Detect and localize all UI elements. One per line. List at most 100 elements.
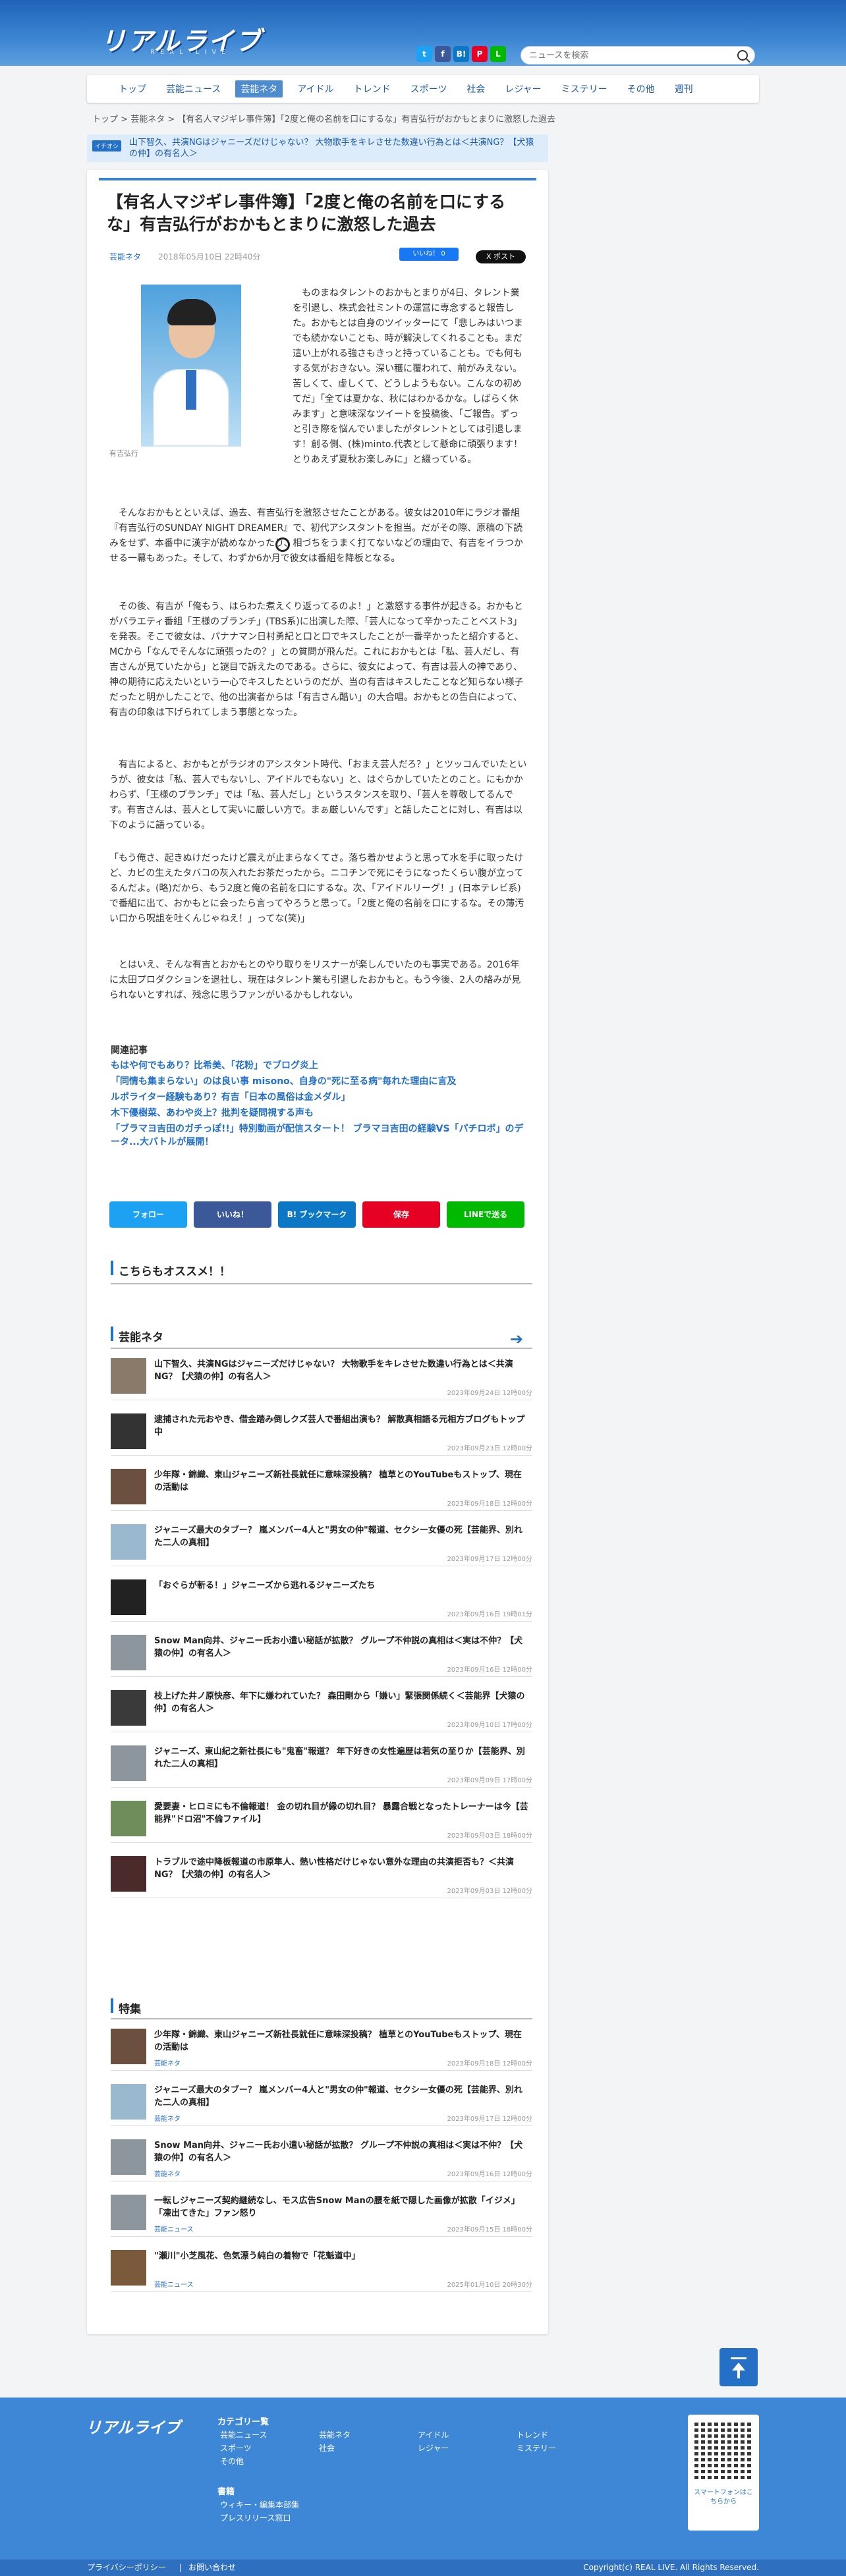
site-logo-sub: REAL LIVE bbox=[150, 49, 231, 56]
item-title[interactable]: Snow Man向井、ジャニー氏お小遣い秘話が拡散？ グループ不仲説の真相は＜実… bbox=[154, 1635, 530, 1660]
share-follow-button[interactable]: フォロー bbox=[109, 1201, 187, 1228]
search-input[interactable] bbox=[529, 47, 727, 64]
item-title[interactable]: "瀬川"小芝風花、色気漂う純白の着物で「花魁道中」 bbox=[154, 2250, 530, 2262]
related-link[interactable]: 「同情も集まらない」のは良い事 misono、自身の"死に至る病"毎れた理由に言… bbox=[111, 1075, 532, 1088]
pickup-text[interactable]: 山下智久、共演NGはジャニーズだけじゃない？ 大物歌手をキレさせた数違い行為とは… bbox=[129, 137, 538, 159]
item-title[interactable]: 逮捕された元おやき、借金踏み倒しクズ芸人で番組出演も？ 解散真相語る元相方ブログ… bbox=[154, 1413, 530, 1439]
item-title[interactable]: 枝上げた井ノ原快彦、年下に嫌われていた？ 森田剛から「嫌い」緊張関係続く＜芸能界… bbox=[154, 1690, 530, 1715]
facebook-like-button[interactable]: いいね！ 0 bbox=[399, 248, 459, 261]
nav-other[interactable]: その他 bbox=[622, 80, 660, 97]
item-category[interactable]: 芸能ニュース bbox=[154, 2224, 194, 2233]
footer-link[interactable]: 芸能ニュース bbox=[220, 2429, 267, 2440]
list-item[interactable]: ジャニーズ最大のタブー？ 嵐メンバー4人と"男女の仲"報道、セクシー女優の死【芸… bbox=[111, 2080, 532, 2126]
article-category[interactable]: 芸能ネタ bbox=[109, 251, 141, 262]
site-footer: リアルライブ カテゴリー覧 芸能ニュース 芸能ネタ アイドル トレンド スポーツ… bbox=[0, 2398, 846, 2560]
list-item[interactable]: "瀬川"小芝風花、色気漂う純白の着物で「花魁道中」 芸能ニュース 2025年01月1… bbox=[111, 2246, 532, 2292]
contact-link[interactable]: お問い合わせ bbox=[188, 2560, 236, 2576]
thumbnail-image bbox=[111, 1524, 146, 1560]
footer-link[interactable]: レジャー bbox=[418, 2442, 449, 2453]
facebook-icon[interactable]: f bbox=[435, 46, 451, 62]
nav-weekly[interactable]: 週刊 bbox=[669, 80, 698, 97]
article-paragraph-2: そんなおかもとといえば、過去、有吉弘行を激怒させたことがある。彼女は2010年に… bbox=[109, 508, 523, 564]
footer-link[interactable]: プレスリリース窓口 bbox=[220, 2512, 291, 2523]
related-link[interactable]: 木下優樹菜、あわや炎上？批判を疑問視する声も bbox=[111, 1107, 532, 1120]
footer-link[interactable]: スポーツ bbox=[220, 2442, 252, 2453]
search-icon[interactable] bbox=[737, 50, 748, 61]
item-title[interactable]: 「おぐらが斬る！」ジャニーズから逃れるジャニーズたち bbox=[154, 1579, 530, 1592]
pickup-ticker[interactable]: イチオシ 山下智久、共演NGはジャニーズだけじゃない？ 大物歌手をキレさせた数違… bbox=[87, 134, 548, 162]
list-item[interactable]: Snow Man向井、ジャニー氏お小遣い秘話が拡散？ グループ不仲説の真相は＜実… bbox=[111, 1631, 532, 1677]
item-title[interactable]: 山下智久、共演NGはジャニーズだけじゃない？ 大物歌手をキレさせた数違い行為とは… bbox=[154, 1358, 530, 1383]
privacy-policy-link[interactable]: プライバシーポリシー bbox=[87, 2560, 166, 2576]
qr-code[interactable]: スマートフォンはこちらから bbox=[688, 2415, 759, 2531]
share-bookmark-button[interactable]: B! ブックマーク bbox=[278, 1201, 356, 1228]
related-link[interactable]: ルポライター経験もあり？有吉「日本の風俗は金メダル」 bbox=[111, 1091, 532, 1104]
search-box bbox=[521, 46, 755, 65]
item-title[interactable]: トラブルで途中降板報道の市原隼人、熱い性格だけじゃない意外な理由の共演拒否も？＜… bbox=[154, 1856, 530, 1881]
item-title[interactable]: ジャニーズ、東山紀之新社長にも"鬼畜"報道？ 年下好きの女性遍歴は若気の至りか【… bbox=[154, 1745, 530, 1770]
arrow-up-icon bbox=[737, 2369, 740, 2378]
list-item[interactable]: 「おぐらが斬る！」ジャニーズから逃れるジャニーズたち 2023年09月16日 19… bbox=[111, 1576, 532, 1622]
list-item[interactable]: 一転しジャニーズ契約継続なし、モス広告Snow Manの腰を紙で隠した画像が拡散… bbox=[111, 2191, 532, 2237]
footer-link[interactable]: ミステリー bbox=[517, 2442, 556, 2453]
footer-link[interactable]: トレンド bbox=[517, 2429, 548, 2440]
nav-top[interactable]: トップ bbox=[113, 80, 152, 97]
article-photo[interactable] bbox=[113, 285, 290, 552]
page-top-button[interactable] bbox=[719, 2348, 758, 2386]
footer-link[interactable]: 社会 bbox=[319, 2442, 335, 2453]
share-line-button[interactable]: LINEで送る bbox=[447, 1201, 524, 1228]
item-title[interactable]: 一転しジャニーズ契約継続なし、モス広告Snow Manの腰を紙で隠した画像が拡散… bbox=[154, 2195, 530, 2220]
line-icon[interactable]: L bbox=[490, 46, 506, 62]
nav-geino-neta[interactable]: 芸能ネタ bbox=[235, 80, 283, 97]
list-item[interactable]: Snow Man向井、ジャニー氏お小遣い秘話が拡散？ グループ不仲説の真相は＜実… bbox=[111, 2135, 532, 2181]
breadcrumb-category[interactable]: 芸能ネタ bbox=[130, 115, 165, 124]
nav-sports[interactable]: スポーツ bbox=[405, 80, 453, 97]
footer-link[interactable]: ウィキー・編集本部集 bbox=[220, 2499, 299, 2510]
footer-link[interactable]: アイドル bbox=[418, 2429, 449, 2440]
title-accent-line bbox=[99, 178, 536, 180]
item-category[interactable]: 芸能ニュース bbox=[154, 2279, 194, 2289]
list-item[interactable]: 少年隊・錦織、東山ジャニーズ新社長就任に意味深投稿？ 植草とのYouTubeもス… bbox=[111, 1465, 532, 1511]
item-title[interactable]: ジャニーズ最大のタブー？ 嵐メンバー4人と"男女の仲"報道、セクシー女優の死【芸… bbox=[154, 1524, 530, 1549]
footer-link[interactable]: 芸能ネタ bbox=[319, 2429, 351, 2440]
item-category[interactable]: 芸能ネタ bbox=[154, 2113, 181, 2123]
nav-idol[interactable]: アイドル bbox=[292, 80, 339, 97]
item-date: 2023年09月10日 17時00分 bbox=[447, 1722, 532, 1729]
list-item[interactable]: 逮捕された元おやき、借金踏み倒しクズ芸人で番組出演も？ 解散真相語る元相方ブログ… bbox=[111, 1410, 532, 1456]
pinterest-icon[interactable]: P bbox=[472, 46, 488, 62]
nav-mystery[interactable]: ミステリー bbox=[556, 80, 613, 97]
related-link[interactable]: もはや何でもあり？比希美、「花粉」でブログ炎上 bbox=[111, 1059, 532, 1072]
item-category[interactable]: 芸能ネタ bbox=[154, 2058, 181, 2068]
footer-link[interactable]: その他 bbox=[220, 2455, 244, 2467]
item-title[interactable]: Snow Man向井、ジャニー氏お小遣い秘話が拡散？ グループ不仲説の真相は＜実… bbox=[154, 2139, 530, 2164]
hatena-icon[interactable]: B! bbox=[453, 46, 469, 62]
nav-trend[interactable]: トレンド bbox=[349, 80, 396, 97]
x-post-button[interactable]: X ポスト bbox=[476, 250, 526, 263]
list-item[interactable]: トラブルで途中降板報道の市原隼人、熱い性格だけじゃない意外な理由の共演拒否も？＜… bbox=[111, 1852, 532, 1898]
list-item[interactable]: ジャニーズ最大のタブー？ 嵐メンバー4人と"男女の仲"報道、セクシー女優の死【芸… bbox=[111, 1520, 532, 1566]
list-item[interactable]: ジャニーズ、東山紀之新社長にも"鬼畜"報道？ 年下好きの女性遍歴は若気の至りか【… bbox=[111, 1741, 532, 1788]
share-like-button[interactable]: いいね！ bbox=[194, 1201, 271, 1228]
twitter-icon[interactable]: t bbox=[416, 46, 432, 62]
item-title[interactable]: ジャニーズ最大のタブー？ 嵐メンバー4人と"男女の仲"報道、セクシー女優の死【芸… bbox=[154, 2084, 530, 2109]
copyright: Copyright(c) REAL LIVE. All Rights Reser… bbox=[583, 2563, 759, 2572]
arrow-right-icon[interactable]: ➔ bbox=[510, 1330, 523, 1348]
footer-logo[interactable]: リアルライブ bbox=[86, 2415, 181, 2438]
nav-geino-news[interactable]: 芸能ニュース bbox=[161, 80, 226, 97]
nav-leisure[interactable]: レジャー bbox=[499, 80, 546, 97]
nav-society[interactable]: 社会 bbox=[461, 80, 490, 97]
list-item[interactable]: 山下智久、共演NGはジャニーズだけじゃない？ 大物歌手をキレさせた数違い行為とは… bbox=[111, 1354, 532, 1400]
item-date: 2023年09月24日 12時00分 bbox=[447, 1390, 532, 1397]
related-link[interactable]: 「ブラマヨ吉田のガチっぽ!!」特別動画が配信スタート！ ブラマヨ吉田の経験VS「… bbox=[111, 1122, 532, 1149]
breadcrumb: トップ > 芸能ネタ > 【有名人マジギレ事件簿】「2度と俺の名前を口にするな」… bbox=[92, 115, 556, 124]
share-pin-button[interactable]: 保存 bbox=[362, 1201, 440, 1228]
breadcrumb-top[interactable]: トップ bbox=[92, 115, 118, 124]
item-title[interactable]: 少年隊・錦織、東山ジャニーズ新社長就任に意味深投稿？ 植草とのYouTubeもス… bbox=[154, 2029, 530, 2054]
item-title[interactable]: 愛要妻・ヒロミにも不倫報道！ 金の切れ目が縁の切れ目？ 暴露合戦となったトレーナ… bbox=[154, 1801, 530, 1826]
article-paragraph-4: 有吉によると、おかもとがラジオのアシスタント時代、「おまえ芸人だろ？」とツッコん… bbox=[109, 759, 527, 831]
list-item[interactable]: 枝上げた井ノ原快彦、年下に嫌われていた？ 森田剛から「嫌い」緊張関係続く＜芸能界… bbox=[111, 1686, 532, 1732]
item-title[interactable]: 少年隊・錦織、東山ジャニーズ新社長就任に意味深投稿？ 植草とのYouTubeもス… bbox=[154, 1469, 530, 1494]
list-item[interactable]: 少年隊・錦織、東山ジャニーズ新社長就任に意味深投稿？ 植草とのYouTubeもス… bbox=[111, 2025, 532, 2071]
list-item[interactable]: 愛要妻・ヒロミにも不倫報道！ 金の切れ目が縁の切れ目？ 暴露合戦となったトレーナ… bbox=[111, 1797, 532, 1843]
item-category[interactable]: 芸能ネタ bbox=[154, 2168, 181, 2178]
